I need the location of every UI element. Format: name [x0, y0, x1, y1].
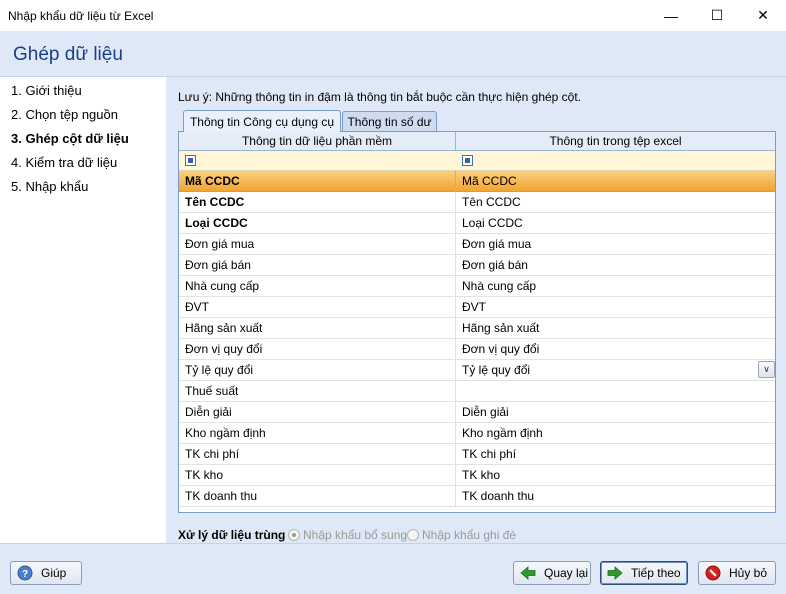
radio-overwrite-label: Nhập khẩu ghi đè [422, 528, 517, 542]
field-cell: Đơn vị quy đổi [179, 339, 456, 360]
cancel-icon [705, 565, 721, 581]
filter-checkbox-software[interactable] [185, 155, 196, 166]
table-row[interactable]: Đơn vị quy đổi Đơn vị quy đổi [179, 339, 775, 360]
excel-cell[interactable]: TK chi phí [456, 444, 775, 465]
svg-text:?: ? [22, 569, 28, 580]
filter-checkbox-excel[interactable] [462, 155, 473, 166]
wizard-header: Ghép dữ liệu [0, 31, 786, 77]
table-row[interactable]: Hãng sản xuất Hãng sản xuất [179, 318, 775, 339]
required-note: Lưu ý: Những thông tin in đậm là thông t… [178, 90, 582, 104]
help-button-label: Giúp [41, 566, 67, 580]
field-cell: Thuế suất [179, 381, 456, 402]
tab-balance-info[interactable]: Thông tin số dư [342, 111, 437, 131]
table-row[interactable]: Nhà cung cấp Nhà cung cấp [179, 276, 775, 297]
table-row[interactable]: Tỷ lệ quy đổi Tỷ lệ quy đổi ∨ [179, 360, 775, 381]
field-cell: TK chi phí [179, 444, 456, 465]
field-cell: TK doanh thu [179, 486, 456, 507]
back-button[interactable]: Quay lại [513, 561, 591, 585]
close-button[interactable]: ✕ [740, 0, 786, 31]
title-bar: Nhập khẩu dữ liệu từ Excel — ☐ ✕ [0, 0, 786, 31]
field-cell: Loại CCDC [179, 213, 456, 234]
excel-cell[interactable]: Diễn giải [456, 402, 775, 423]
field-cell: Nhà cung cấp [179, 276, 456, 297]
minimize-button[interactable]: — [648, 0, 694, 31]
step-map-columns: 3. Ghép cột dữ liệu [11, 131, 129, 146]
excel-cell[interactable] [456, 381, 775, 402]
wizard-footer: ? Giúp Quay lại Tiếp theo Hủy bỏ [0, 543, 786, 594]
next-button-label: Tiếp theo [631, 566, 681, 580]
excel-cell[interactable]: TK kho [456, 465, 775, 486]
arrow-left-icon [520, 565, 536, 581]
radio-overwrite[interactable]: Nhập khẩu ghi đè [407, 528, 516, 542]
duplicate-label: Xử lý dữ liệu trùng [178, 528, 286, 542]
step-intro: 1. Giới thiệu [11, 83, 82, 98]
column-header-software[interactable]: Thông tin dữ liệu phần mềm [179, 132, 456, 151]
radio-append-circle[interactable] [288, 529, 300, 541]
cancel-button[interactable]: Hủy bỏ [698, 561, 776, 585]
radio-append-label: Nhập khẩu bổ sung [303, 528, 408, 542]
chevron-down-icon[interactable]: ∨ [758, 361, 775, 378]
mapping-grid: Thông tin dữ liệu phần mềm Thông tin tro… [178, 131, 776, 513]
radio-append[interactable]: Nhập khẩu bổ sung [288, 528, 407, 542]
table-row[interactable]: TK chi phí TK chi phí [179, 444, 775, 465]
table-row[interactable]: Đơn giá mua Đơn giá mua [179, 234, 775, 255]
excel-cell[interactable]: TK doanh thu [456, 486, 775, 507]
table-row[interactable]: Diễn giải Diễn giải [179, 402, 775, 423]
column-header-excel[interactable]: Thông tin trong tệp excel [456, 132, 775, 151]
table-row[interactable]: Tên CCDC Tên CCDC [179, 192, 775, 213]
excel-cell[interactable]: Loại CCDC [456, 213, 775, 234]
excel-cell-value: Tỷ lệ quy đổi [462, 363, 531, 377]
table-row[interactable]: Thuế suất [179, 381, 775, 402]
excel-cell[interactable]: Nhà cung cấp [456, 276, 775, 297]
field-cell: Kho ngầm định [179, 423, 456, 444]
excel-cell[interactable]: Tên CCDC [456, 192, 775, 213]
close-icon: ✕ [757, 7, 769, 23]
wizard-steps: 1. Giới thiệu 2. Chọn tệp nguồn 3. Ghép … [0, 77, 166, 543]
help-button[interactable]: ? Giúp [10, 561, 82, 585]
table-row[interactable]: TK kho TK kho [179, 465, 775, 486]
field-cell: Diễn giải [179, 402, 456, 423]
field-cell: TK kho [179, 465, 456, 486]
maximize-icon: ☐ [710, 7, 724, 23]
table-row[interactable]: TK doanh thu TK doanh thu [179, 486, 775, 507]
field-cell: Đơn giá bán [179, 255, 456, 276]
grid-header: Thông tin dữ liệu phần mềm Thông tin tro… [179, 132, 775, 151]
table-row[interactable]: Kho ngầm định Kho ngầm định [179, 423, 775, 444]
table-row[interactable]: Loại CCDC Loại CCDC [179, 213, 775, 234]
table-row[interactable]: ĐVT ĐVT [179, 297, 775, 318]
main-panel: Lưu ý: Những thông tin in đậm là thông t… [166, 77, 786, 543]
excel-cell[interactable]: Đơn vị quy đổi [456, 339, 775, 360]
arrow-right-icon [607, 565, 623, 581]
field-cell: Hãng sản xuất [179, 318, 456, 339]
field-cell: Tỷ lệ quy đổi [179, 360, 456, 381]
field-cell: Mã CCDC [179, 171, 456, 192]
excel-cell[interactable]: Mã CCDC [456, 171, 775, 192]
field-cell: Tên CCDC [179, 192, 456, 213]
table-row[interactable]: Mã CCDC Mã CCDC [179, 171, 775, 192]
excel-cell[interactable]: ĐVT [456, 297, 775, 318]
excel-cell[interactable]: Kho ngầm định [456, 423, 775, 444]
excel-cell[interactable]: Hãng sản xuất [456, 318, 775, 339]
excel-cell[interactable]: Tỷ lệ quy đổi ∨ [456, 360, 775, 381]
filter-row [179, 151, 775, 171]
page-title: Ghép dữ liệu [13, 44, 123, 65]
minimize-icon: — [664, 7, 678, 24]
tab-tool-info[interactable]: Thông tin Công cụ dụng cụ [183, 110, 341, 132]
excel-cell[interactable]: Đơn giá mua [456, 234, 775, 255]
field-cell: ĐVT [179, 297, 456, 318]
step-import: 5. Nhập khẩu [11, 179, 89, 194]
step-choose-source: 2. Chọn tệp nguồn [11, 107, 118, 122]
excel-cell[interactable]: Đơn giá bán [456, 255, 775, 276]
window-title: Nhập khẩu dữ liệu từ Excel [8, 8, 154, 23]
table-row[interactable]: Đơn giá bán Đơn giá bán [179, 255, 775, 276]
step-check-data: 4. Kiểm tra dữ liệu [11, 155, 118, 170]
field-cell: Đơn giá mua [179, 234, 456, 255]
help-icon: ? [17, 565, 33, 581]
cancel-button-label: Hủy bỏ [729, 566, 768, 580]
maximize-button[interactable]: ☐ [694, 0, 740, 31]
back-button-label: Quay lại [544, 566, 589, 580]
next-button[interactable]: Tiếp theo [600, 561, 688, 585]
radio-overwrite-circle[interactable] [407, 529, 419, 541]
